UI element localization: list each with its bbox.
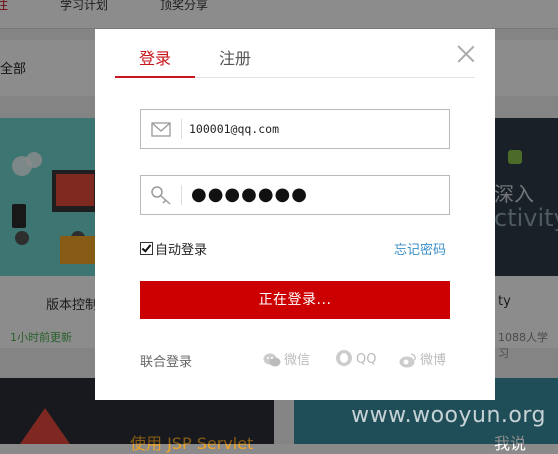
- auto-login-label: 自动登录: [155, 243, 208, 258]
- tab-login[interactable]: 登录: [139, 45, 171, 69]
- checkbox-checked-icon[interactable]: [140, 242, 153, 255]
- field-separator: [181, 185, 182, 205]
- forgot-password-link[interactable]: 忘记密码: [394, 239, 446, 258]
- close-icon[interactable]: [455, 43, 477, 65]
- email-field[interactable]: 100001@qq.com: [140, 109, 450, 149]
- login-button[interactable]: 正在登录...: [140, 281, 450, 319]
- tab-register[interactable]: 注册: [219, 45, 251, 69]
- login-modal: 登录 注册 100001@qq.com ●●●●●●● 自动登录 忘记密码 正在…: [95, 29, 495, 400]
- password-mask: ●●●●●●●: [191, 184, 308, 205]
- wechat-icon: [263, 353, 281, 367]
- email-value: 100001@qq.com: [189, 122, 280, 136]
- qq-login-button[interactable]: QQ: [335, 349, 376, 367]
- wechat-login-button[interactable]: 微信: [263, 349, 310, 368]
- weibo-login-button[interactable]: 微博: [399, 349, 446, 368]
- weibo-icon: [399, 353, 416, 368]
- wechat-label: 微信: [284, 353, 311, 368]
- password-field[interactable]: ●●●●●●●: [140, 175, 450, 215]
- watermark: www.wooyun.org: [351, 403, 546, 428]
- field-separator: [181, 119, 182, 139]
- mail-icon: [141, 110, 179, 148]
- union-login-label: 联合登录: [140, 355, 193, 370]
- key-icon: [141, 176, 179, 214]
- active-tab-indicator: [115, 76, 195, 78]
- auto-login-checkbox[interactable]: 自动登录: [140, 239, 207, 258]
- qq-label: QQ: [356, 352, 377, 367]
- qq-icon: [336, 350, 352, 366]
- weibo-label: 微博: [420, 353, 447, 368]
